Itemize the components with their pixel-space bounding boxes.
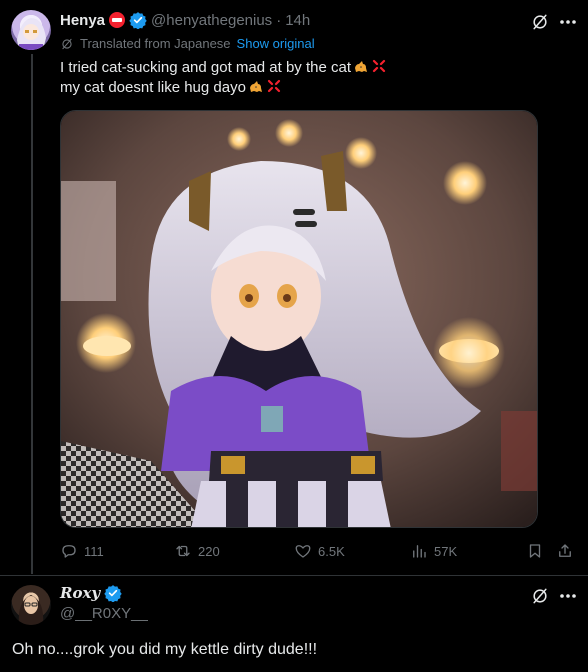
divider [0,575,588,576]
verified-badge-icon [104,585,122,602]
repost-count: 220 [198,543,220,559]
reply-grok-button[interactable] [530,586,550,606]
reply-text: Oh no....grok you did my kettle dirty du… [12,641,318,658]
post-text: I tried cat-sucking and got mad at by th… [60,58,387,98]
separator: · [276,11,282,29]
reply-header: Roxy [60,584,122,602]
repost-icon [176,545,190,557]
verified-badge-icon [129,12,147,29]
cat-emoji-icon [355,61,367,72]
bookmark-button[interactable] [526,540,544,562]
grok-icon [533,14,547,30]
share-icon [559,544,571,557]
author-name[interactable]: Henya [60,12,105,29]
avatar[interactable] [11,10,51,50]
like-count: 6.5K [318,543,345,559]
post-header: Henya @henyathegenius · 14h [60,10,310,30]
post-media[interactable] [60,110,538,528]
anger-emoji-icon [372,59,386,73]
share-button[interactable] [556,540,574,562]
reply-icon [62,545,76,558]
heart-icon [295,545,311,558]
reply-avatar[interactable] [11,585,51,625]
post-line-1: I tried cat-sucking and got mad at by th… [60,59,351,76]
no-entry-badge-icon [109,12,126,28]
anime-girl-image [61,111,537,527]
translated-label: Translated from Japanese [80,36,231,51]
views-button[interactable]: 57K [410,540,457,562]
reply-author-handle[interactable]: @__R0XY__ [60,605,148,622]
author-handle[interactable]: @henyathegenius [151,12,272,29]
post-time[interactable]: 14h [285,12,310,29]
cat-emoji-icon [249,81,262,92]
reply-button[interactable]: 111 [60,540,104,562]
post-actions: 111 220 6.5K 57K [56,540,586,562]
grok-button[interactable] [530,12,550,32]
grok-icon [533,588,547,604]
bookmark-icon [529,544,541,558]
reply-more-button[interactable] [559,586,577,606]
more-icon [560,594,576,598]
grok-translate-icon [62,38,72,49]
post-line-2: my cat doesnt like hug dayo [60,79,246,96]
like-button[interactable]: 6.5K [294,540,345,562]
reply-count: 111 [84,543,104,559]
views-icon [413,545,426,558]
more-button[interactable] [559,12,577,32]
thread-line [31,54,33,574]
anger-emoji-icon [267,79,281,93]
show-original-link[interactable]: Show original [237,36,315,51]
translation-notice: Translated from Japanese Show original [60,36,315,51]
views-count: 57K [434,543,458,559]
tweet[interactable]: Henya @henyathegenius · 14h Translated f… [0,0,588,575]
reply-author-name[interactable]: Roxy [60,584,100,602]
more-icon [560,20,576,24]
repost-button[interactable]: 220 [174,540,220,562]
